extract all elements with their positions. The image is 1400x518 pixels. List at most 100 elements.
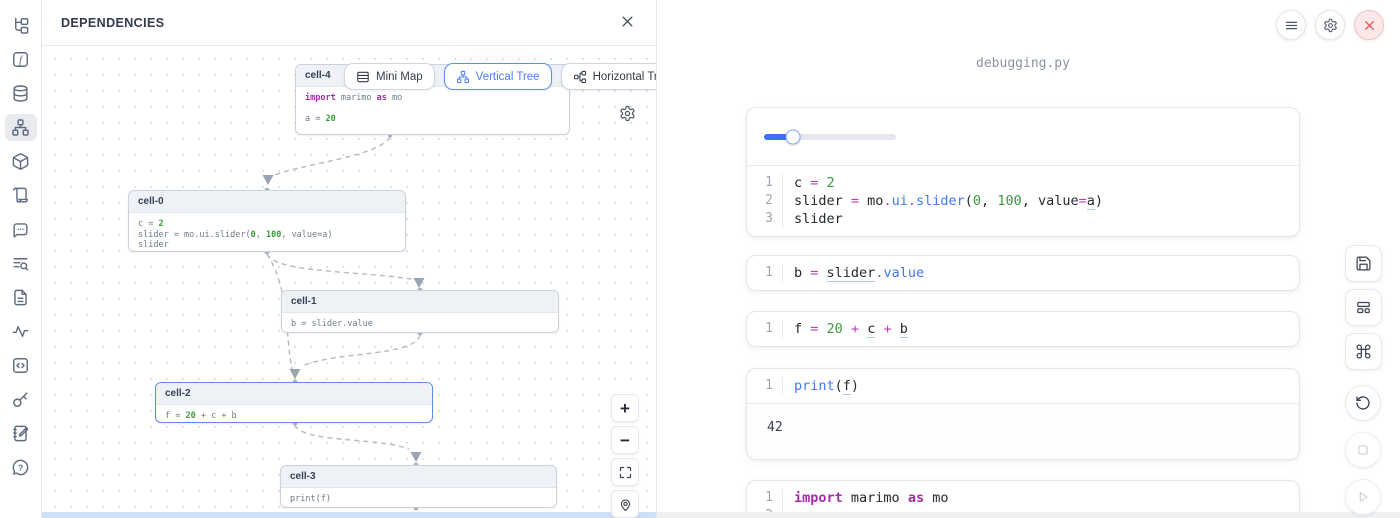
code-line: slider = mo.ui.slider(0, 100, value=a) [138,230,396,241]
dependencies-panel: DEPENDENCIES Mini Map Vertical Tree Horizo… [42,0,657,518]
menu-icon [1284,18,1299,33]
dependencies-header: DEPENDENCIES [42,0,656,46]
graph-node-title: cell-3 [290,471,316,482]
notebook-cell-1[interactable]: 1 b = slider.value [746,255,1300,291]
code-line: b = slider.value [291,319,549,330]
help-icon: ? [11,458,30,477]
run-button[interactable] [1345,479,1381,515]
notebook-filename[interactable]: debugging.py [746,56,1300,71]
code-line: f = 20 + c + b [794,320,908,338]
view-button-vertical-tree[interactable]: Vertical Tree [444,63,552,90]
zoom-out-icon: − [620,432,630,449]
command-icon [1355,343,1372,360]
sidebar-item-file-explorer[interactable] [5,12,37,39]
sidebar-item-logs[interactable] [5,250,37,277]
graph-node-cell-3[interactable]: cell-3 print(f) [280,465,557,508]
graph-node-title: cell-1 [291,296,317,307]
sidebar-item-chat[interactable] [5,216,37,243]
notebook-top-buttons [1276,10,1384,40]
graph-node-code: print(f) [281,488,556,508]
graph-node-code: f = 20 + c + b [156,405,432,423]
notebook-cell-2[interactable]: 1 f = 20 + c + b [746,311,1300,347]
sidebar-item-dependencies[interactable] [5,114,37,141]
sidebar-item-datasources[interactable] [5,80,37,107]
code-line: c = 2 [794,174,1103,192]
cell-code-editor[interactable]: 1 f = 20 + c + b [747,312,1299,346]
line-numbers: 1 [747,377,783,395]
gear-icon [1323,18,1338,33]
sidebar-item-packages[interactable] [5,148,37,175]
code-content: b = slider.value [783,264,924,282]
graph-settings-button[interactable] [617,103,637,123]
code-line: print(f) [794,377,859,395]
graph-view-toolbar: Mini Map Vertical Tree Horizontal Tree [344,63,656,90]
graph-node-title: cell-0 [138,196,164,207]
graph-node-code: b = slider.value [282,313,558,333]
notebook-cell-0[interactable]: 123 c = 2slider = mo.ui.slider(0, 100, va… [746,107,1300,237]
line-numbers: 1 [747,320,783,338]
close-icon [620,14,635,32]
graph-node-title: cell-2 [165,388,191,399]
graph-zoom-controls: +− [611,394,639,518]
minimap-icon [356,70,370,84]
sidebar-item-snippets[interactable] [5,284,37,311]
cell-code-editor[interactable]: 1 b = slider.value [747,256,1299,290]
code-content: f = 20 + c + b [783,320,908,338]
undo-icon [1355,395,1371,411]
sidebar-item-documentation[interactable] [5,182,37,209]
marimo-app: f? DEPENDENCIES Mini Map Vertical Tree Hor… [0,0,1400,518]
stop-button[interactable] [1345,432,1381,468]
graph-icon [11,118,30,137]
lock-position-button[interactable] [611,490,639,518]
code-line: b = slider.value [794,264,924,282]
notebook-pen-icon [11,424,30,443]
scroll-icon [11,186,30,205]
fit-view-button[interactable] [611,458,639,486]
graph-node-cell-0[interactable]: cell-0 c = 2slider = mo.ui.slider(0, 100,… [128,190,406,252]
slider-thumb[interactable] [786,129,801,144]
view-button-horizontal-tree[interactable]: Horizontal Tree [561,63,656,90]
sidebar-item-help[interactable]: ? [5,454,37,481]
cell-output-slider [747,108,1299,166]
activity-rail: f? [0,0,42,518]
graph-node-cell-2[interactable]: cell-2 f = 20 + c + b [155,382,433,423]
graph-node-header: cell-3 [281,466,556,488]
view-button-mini-map[interactable]: Mini Map [344,63,435,90]
close-panel-button[interactable] [617,13,637,33]
code-box-icon [11,356,30,375]
search-list-icon [11,254,30,273]
graph-node-cell-1[interactable]: cell-1 b = slider.value [281,290,559,333]
graph-node-code: c = 2slider = mo.ui.slider(0, 100, value… [129,213,405,252]
notebook-menu-button[interactable] [1276,10,1306,40]
sidebar-item-variables[interactable]: f [5,46,37,73]
layout-button[interactable] [1345,289,1382,326]
dependency-graph-canvas[interactable]: Mini MapVertical TreeHorizontal Tree +− … [42,46,656,518]
sidebar-item-secrets[interactable] [5,386,37,413]
graph-node-header: cell-0 [129,191,405,213]
code-line: slider = mo.ui.slider(0, 100, value=a) [794,192,1103,210]
code-line [305,104,560,115]
notebook-settings-button[interactable] [1315,10,1345,40]
sidebar-item-tracebacks[interactable] [5,318,37,345]
save-button[interactable] [1345,245,1382,282]
graph-node-header: cell-2 [156,383,432,405]
sidebar-item-scratchpad[interactable] [5,352,37,379]
cell-code-editor[interactable]: 123 c = 2slider = mo.ui.slider(0, 100, va… [747,166,1299,236]
line-numbers: 123 [747,174,783,228]
zoom-out-button[interactable]: − [611,426,639,454]
slider-widget[interactable] [764,134,896,140]
activity-icon [11,322,30,341]
sidebar-item-notes[interactable] [5,420,37,447]
graph-horizontal-scrollbar[interactable] [42,512,656,518]
graph-node-title: cell-4 [305,70,331,81]
notebook-cell-3[interactable]: 1print(f)42 [746,368,1300,460]
zoom-in-button[interactable]: + [611,394,639,422]
commands-button[interactable] [1345,333,1382,370]
zoom-in-icon: + [620,400,630,417]
undo-button[interactable] [1345,385,1381,421]
graph-node-code: import marimo as moa = 20 [296,87,569,130]
cell-code-editor[interactable]: 1 print(f) [747,369,1299,403]
line-numbers: 1 [747,264,783,282]
spacer [1345,377,1382,385]
shutdown-button[interactable] [1354,10,1384,40]
